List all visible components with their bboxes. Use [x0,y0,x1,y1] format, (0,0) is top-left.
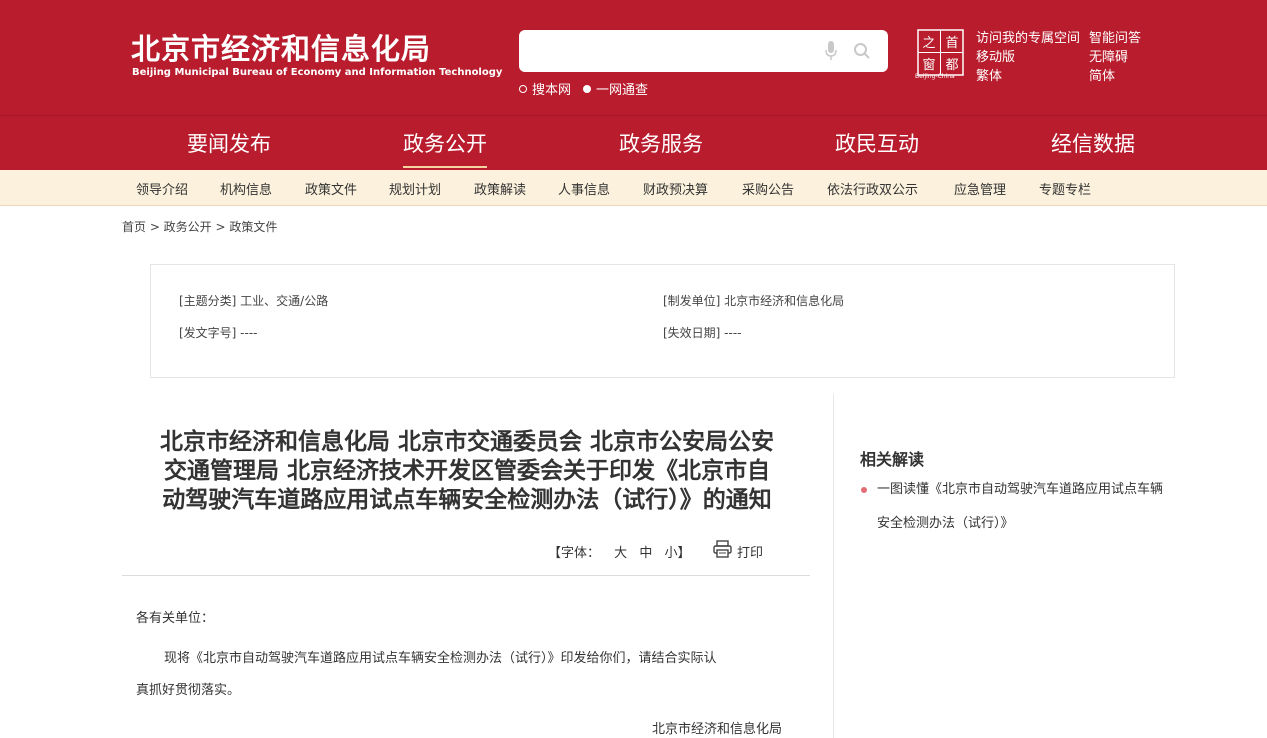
main-nav: 要闻发布 政务公开 政务服务 政民互动 经信数据 [0,115,1267,170]
capital-logo-char: 之 [922,36,935,51]
issuing-unit: [制发单位] 北京市经济和信息化局 [663,294,845,308]
signature: 北京市经济和信息化局 [652,722,783,737]
subnav-item-policy-docs[interactable]: 政策文件 [305,179,357,198]
subnav-item-budget[interactable]: 财政预决算 [643,179,708,198]
title-divider [122,575,810,576]
salutation: 各有关单位： [136,611,215,626]
related-interpretation-link-cont[interactable]: 安全检测办法（试行）》 [877,514,1207,534]
subnav-item-policy-interpretation[interactable]: 政策解读 [474,179,526,198]
subnav-item-procurement[interactable]: 采购公告 [742,179,794,198]
search-scope-all[interactable]: 一网通查 [583,79,648,98]
font-size-medium-button[interactable]: 中 [639,546,652,561]
search-scope-all-label: 一网通查 [596,83,649,98]
subnav-item-special-topics[interactable]: 专题专栏 [1039,179,1091,198]
visit-space-link[interactable]: 访问我的专属空间 [976,27,1080,46]
subnav-item-org-info[interactable]: 机构信息 [220,179,272,198]
mobile-version-link[interactable]: 移动版 [976,46,1015,65]
nav-item-interaction[interactable]: 政民互动 [835,128,919,158]
related-interpretation-title: 相关解读 [860,450,925,469]
font-size-label: 【字体： [548,546,601,561]
search-icon[interactable] [853,42,871,60]
nav-item-gov-affairs-open[interactable]: 政务公开 [403,128,487,168]
font-size-large-button[interactable]: 大 [614,546,627,561]
subnav-item-dual-disclosure[interactable]: 依法行政双公示 [827,179,918,198]
capital-window-logo[interactable]: 之 首 都 窗 [917,29,964,76]
related-interpretation-link[interactable]: 一图读懂《北京市自动驾驶汽车道路应用试点车辆 [877,480,1207,500]
search-input[interactable] [529,38,819,64]
document-info-box: [主题分类] 工业、交通/公路 [制发单位] 北京市经济和信息化局 [发文字号]… [150,264,1175,378]
microphone-icon[interactable] [825,41,837,61]
capital-logo-char: 窗 [922,57,935,73]
expiry-date: [失效日期] ---- [663,326,742,340]
search-scope-site[interactable]: 搜本网 [519,79,571,98]
capital-logo-char: 首 [945,36,958,51]
radio-unchecked-icon [519,84,527,93]
accessibility-link[interactable]: 无障碍 [1089,46,1128,65]
capital-logo-char: 都 [945,58,958,73]
smart-qa-link[interactable]: 智能问答 [1089,27,1141,46]
nav-item-gov-services[interactable]: 政务服务 [619,128,703,158]
article-title: 北京市经济和信息化局 北京市交通委员会 北京市公安局公安 交通管理局 北京经济技… [122,428,812,515]
article-title-line: 动驾驶汽车道路应用试点车辆安全检测办法（试行）》的通知 [162,487,772,513]
article-title-line: 北京市经济和信息化局 北京市交通委员会 北京市公安局公安 [159,429,774,455]
site-logo-title[interactable]: 北京市经济和信息化局 [131,26,431,68]
radio-checked-icon [583,84,591,93]
subnav-item-personnel[interactable]: 人事信息 [558,179,610,198]
capital-logo-subtitle: Beijing-China [915,73,955,80]
font-size-control: 【字体： 大 中 小】 [548,542,692,561]
subnav-item-leaders[interactable]: 领导介绍 [136,179,188,198]
subnav-item-plans[interactable]: 规划计划 [389,179,441,198]
subnav-item-emergency[interactable]: 应急管理 [954,179,1006,198]
search-scope-site-label: 搜本网 [532,83,572,98]
print-button[interactable]: 打印 [737,542,763,561]
body-paragraph-line: 现将《北京市自动驾驶汽车道路应用试点车辆安全检测办法（试行）》印发给你们，请结合… [164,651,717,666]
document-number: [发文字号] ---- [179,326,258,340]
topic-category: [主题分类] 工业、交通/公路 [179,294,329,308]
site-header: 北京市经济和信息化局 Beijing Municipal Bureau of E… [0,0,1267,115]
nav-item-news[interactable]: 要闻发布 [187,128,271,158]
body-paragraph-line: 真抓好贯彻落实。 [136,683,241,698]
simplified-chinese-link[interactable]: 简体 [1089,65,1115,84]
traditional-chinese-link[interactable]: 繁体 [976,65,1002,84]
search-box [519,30,888,72]
bullet-icon [861,487,867,493]
breadcrumb[interactable]: 首页 > 政务公开 > 政策文件 [122,218,277,235]
nav-item-data[interactable]: 经信数据 [1051,128,1135,158]
site-logo-subtitle: Beijing Municipal Bureau of Economy and … [132,67,503,78]
printer-icon[interactable] [713,540,732,558]
article-title-line: 交通管理局 北京经济技术开发区管委会关于印发《北京市自 [163,458,770,484]
font-size-small-button[interactable]: 小】 [664,546,690,561]
column-divider [833,394,834,738]
sub-nav: 领导介绍 机构信息 政策文件 规划计划 政策解读 人事信息 财政预决算 采购公告… [0,170,1267,206]
